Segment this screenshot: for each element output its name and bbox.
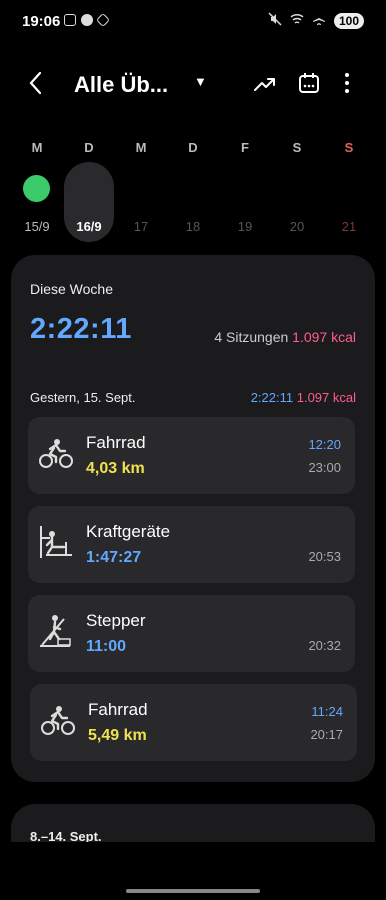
workout-end-time: 23:00 (308, 460, 341, 475)
notification-icon (81, 14, 93, 26)
workout-end-time: 20:17 (310, 727, 343, 742)
workout-card[interactable]: Kraftgeräte 1:47:27 20:53 (28, 506, 355, 583)
app-bar: Alle Üb... ▼ (0, 60, 386, 110)
trend-icon[interactable] (252, 72, 278, 98)
weekday-label[interactable]: F (219, 140, 271, 155)
day-date-selected[interactable]: 16/9 (63, 219, 115, 234)
status-right-icons: 100 (268, 12, 364, 29)
day-group-label: Gestern, 15. Sept. (30, 390, 136, 405)
day-date-sunday[interactable]: 21 (323, 219, 375, 234)
workout-done-dot (23, 175, 50, 202)
chevron-down-icon[interactable]: ▼ (194, 74, 207, 89)
screenshot-icon (64, 14, 76, 26)
weekday-label[interactable]: D (63, 140, 115, 155)
weight-machine-icon (38, 524, 74, 560)
weekday-label[interactable]: M (11, 140, 63, 155)
status-bar: 19:06 100 (0, 0, 386, 42)
workout-name: Fahrrad (88, 700, 148, 719)
workout-start-time: 12:20 (308, 437, 341, 452)
workout-name: Kraftgeräte (86, 522, 171, 541)
workout-name: Stepper (86, 611, 146, 630)
stepper-icon (38, 613, 74, 649)
day-date[interactable]: 15/9 (11, 219, 63, 234)
week-total-time: 2:22:11 (30, 313, 132, 345)
workout-value: 1:47:27 (86, 549, 142, 566)
workout-card[interactable]: Fahrrad 4,03 km 12:20 23:00 (28, 417, 355, 494)
status-left-icons (64, 12, 111, 28)
cycling-icon (38, 435, 74, 471)
back-button[interactable] (26, 70, 50, 100)
workout-start-time: 11:24 (311, 704, 343, 719)
calendar-icon[interactable] (296, 72, 322, 98)
home-indicator[interactable] (126, 889, 260, 893)
workout-card[interactable]: Fahrrad 5,49 km 11:24 20:17 (30, 684, 357, 761)
airplane-icon (312, 12, 326, 29)
wifi-icon (290, 13, 304, 28)
week-label: Diese Woche (30, 281, 114, 297)
workout-name: Fahrrad (86, 433, 146, 452)
day-date[interactable]: 20 (271, 219, 323, 234)
weekday-label[interactable]: D (167, 140, 219, 155)
day-date[interactable]: 17 (115, 219, 167, 234)
workout-value: 11:00 (86, 638, 127, 655)
app-icon (95, 12, 111, 28)
weekday-label-sunday[interactable]: S (323, 140, 375, 155)
mute-icon (268, 12, 282, 29)
week-kcal: 1.097 kcal (292, 329, 356, 345)
status-time: 19:06 (22, 13, 61, 30)
day-group-kcal: 1.097 kcal (296, 390, 356, 405)
workout-end-time: 20:32 (308, 638, 341, 653)
session-count: 4 Sitzungen (214, 329, 289, 345)
page-title[interactable]: Alle Üb... (74, 72, 168, 98)
weekday-label[interactable]: M (115, 140, 167, 155)
workout-value: 5,49 km (88, 727, 147, 744)
battery-indicator: 100 (333, 12, 364, 29)
workout-end-time: 20:53 (308, 549, 341, 564)
day-date[interactable]: 18 (167, 219, 219, 234)
cycling-icon (40, 702, 76, 738)
more-icon[interactable] (334, 72, 360, 98)
workout-value: 4,03 km (86, 460, 145, 477)
week-summary: 4 Sitzungen 1.097 kcal (214, 329, 356, 345)
day-group-summary: 2:22:11 1.097 kcal (251, 390, 356, 405)
weekday-label[interactable]: S (271, 140, 323, 155)
day-group-time: 2:22:11 (250, 390, 294, 405)
day-date[interactable]: 19 (219, 219, 271, 234)
workout-card[interactable]: Stepper 11:00 20:32 (28, 595, 355, 672)
